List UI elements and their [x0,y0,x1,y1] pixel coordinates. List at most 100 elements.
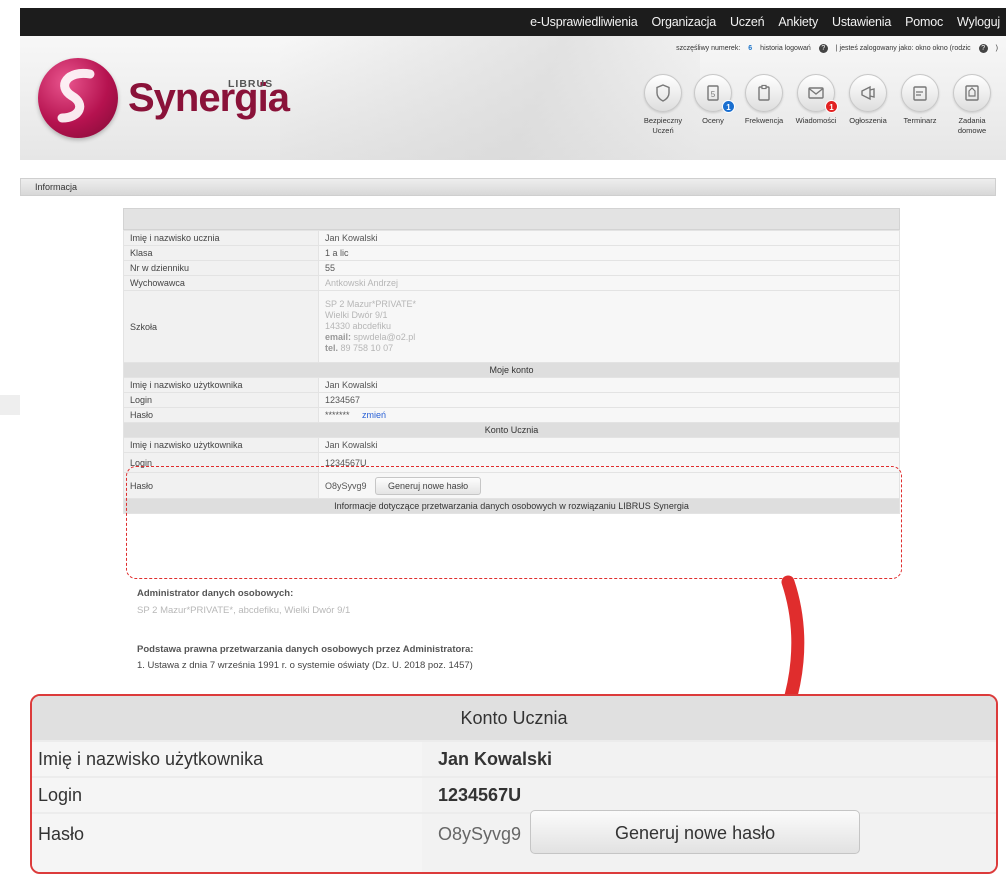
row-label: Imię i nazwisko użytkownika [123,437,319,453]
row-value: Jan Kowalski [318,377,900,393]
table-row: Hasło ******* zmień [123,407,900,423]
login-history-link[interactable]: historia logowań [760,45,811,52]
shortcut-frekwencja[interactable]: Frekwencja [738,74,790,136]
shortcut-label: Terminarz [903,116,937,125]
section-header: Informacja [20,178,996,196]
page-edge-decoration [0,395,20,415]
row-value: 55 [318,260,900,276]
shortcut-label: Wiadomości [795,116,837,125]
menu-ankiety[interactable]: Ankiety [778,15,818,29]
row-label: Wychowawca [123,275,319,291]
row-label: Szkoła [123,290,319,363]
menu-e-usprawiedliwienia[interactable]: e-Usprawiedliwienia [530,15,638,29]
grades-icon: 5 1 [694,74,735,113]
menu-organizacja[interactable]: Organizacja [651,15,716,29]
shortcut-wiadomosci[interactable]: 1 Wiadomości [790,74,842,136]
change-password-link[interactable]: zmień [362,410,386,420]
shortcut-icons-row: Bezpieczny Uczeń 5 1 Oceny Frekwencja 1 … [638,74,998,136]
row-label: Hasło [123,407,319,423]
password-cell: ******* zmień [318,407,900,423]
menu-pomoc[interactable]: Pomoc [905,15,943,29]
table-row: Login 1234567 [123,392,900,408]
help-icon[interactable]: ? [818,44,828,53]
table-row: Klasa 1 a lic [123,245,900,261]
lucky-number-label: szczęśliwy numerek: [676,45,741,52]
zoom-password: O8ySyvg9 [438,824,522,844]
lucky-number-value: 6 [748,45,753,52]
menu-wyloguj[interactable]: Wyloguj [957,15,1000,29]
grades-badge: 1 [722,100,735,113]
homework-icon [953,74,991,112]
section-row: Konto Ucznia [123,422,900,438]
shortcut-zadania-domowe[interactable]: Zadania domowe [946,74,998,136]
school-line: 14330 abcdefiku [325,321,392,331]
school-details: SP 2 Mazur*PRIVATE* Wielki Dwór 9/1 1433… [318,290,900,363]
table-row: Imię i nazwisko użytkownika Jan Kowalski [123,437,900,453]
shortcut-label: Oceny [702,116,724,125]
zoom-password-cell: O8ySyvg9 Generuj nowe hasło [422,810,996,872]
password-mask: ******* [325,410,350,420]
row-label: Imię i nazwisko użytkownika [123,377,319,393]
zoom-generate-password-button[interactable]: Generuj nowe hasło [530,810,861,854]
highlight-dashed-frame [126,466,902,579]
row-label: Imię i nazwisko ucznia [123,230,319,246]
table-header-bar [123,208,900,230]
section-row: Moje konto [123,362,900,378]
shortcut-label: Zadania domowe [957,116,987,135]
table-row: Szkoła SP 2 Mazur*PRIVATE* Wielki Dwór 9… [123,290,900,363]
table-row: Imię i nazwisko użytkownika Jan Kowalski [123,377,900,393]
messages-badge: 1 [825,100,838,113]
menu-ustawienia[interactable]: Ustawienia [832,15,891,29]
school-phone: 89 758 10 07 [340,343,394,353]
zoom-label: Login [32,778,422,812]
zoom-value: Jan Kowalski [422,742,996,776]
row-value: 1 a lic [318,245,900,261]
row-value: 1234567 [318,392,900,408]
table-row: Wychowawca Antkowski Andrzej [123,275,900,291]
zoomed-student-account-panel: Konto Ucznia Imię i nazwisko użytkownika… [30,694,998,874]
row-label: Nr w dzienniku [123,260,319,276]
email-prefix: email: [325,332,352,342]
shortcut-label: Ogłoszenia [849,116,887,125]
section-title: Informacja [35,182,78,192]
table-row: Imię i nazwisko ucznia Jan Kowalski [123,230,900,246]
svg-text:5: 5 [711,90,716,99]
shortcut-label: Frekwencja [744,116,784,125]
zoom-label: Hasło [32,814,422,872]
tel-prefix: tel. [325,343,339,353]
row-value: Jan Kowalski [318,230,900,246]
section-title-konto-ucznia: Konto Ucznia [123,422,900,438]
header-decoration [280,36,700,160]
zoom-row: Hasło O8ySyvg9 Generuj nowe hasło [32,810,996,872]
shortcut-ogloszenia[interactable]: Ogłoszenia [842,74,894,136]
zoom-row: Imię i nazwisko użytkownika Jan Kowalski [32,740,996,776]
logo-sub-text: LIBRUS [228,78,274,90]
clipboard-icon [745,74,783,112]
logged-in-as-text: | jesteś zalogowany jako: okno okno (rod… [835,45,971,52]
shield-icon [644,74,682,112]
shortcut-bezpieczny-uczen[interactable]: Bezpieczny Uczeń [638,74,688,136]
megaphone-icon [849,74,887,112]
shortcut-oceny[interactable]: 5 1 Oceny [688,74,738,136]
school-line: Wielki Dwór 9/1 [325,310,388,320]
school-phone-line: tel. 89 758 10 07 [325,343,893,354]
row-label: Klasa [123,245,319,261]
help-icon[interactable]: ? [978,44,988,53]
school-email: spwdela@o2.pl [353,332,416,342]
school-email-line: email: spwdela@o2.pl [325,332,893,343]
section-title-moje-konto: Moje konto [123,362,900,378]
zoom-row: Login 1234567U [32,776,996,812]
header-links: szczęśliwy numerek: 6 historia logowań ?… [676,44,998,53]
calendar-icon [901,74,939,112]
zoom-label: Imię i nazwisko użytkownika [32,742,422,776]
page-header: Synergia LIBRUS szczęśliwy numerek: 6 hi… [20,36,1006,160]
top-navigation-bar: e-Usprawiedliwienia Organizacja Uczeń An… [20,8,1006,36]
menu-uczen[interactable]: Uczeń [730,15,765,29]
row-label: Login [123,392,319,408]
logo-swirl-icon [57,68,95,123]
zoom-title: Konto Ucznia [32,696,996,740]
zoom-value: 1234567U [422,778,996,812]
top-menu: e-Usprawiedliwienia Organizacja Uczeń An… [530,8,1000,36]
row-value: Jan Kowalski [318,437,900,453]
shortcut-terminarz[interactable]: Terminarz [894,74,946,136]
